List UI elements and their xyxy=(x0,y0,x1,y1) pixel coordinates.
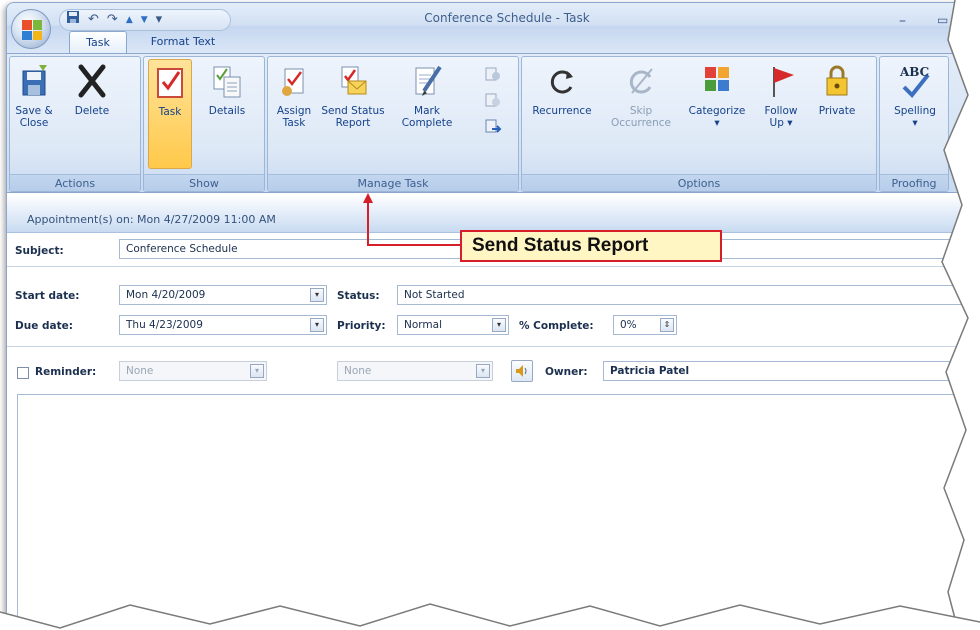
callout-arrow xyxy=(363,193,460,246)
office-button[interactable] xyxy=(11,9,51,49)
office-logo-icon xyxy=(22,20,42,40)
callout-label: Send Status Report xyxy=(460,230,722,262)
